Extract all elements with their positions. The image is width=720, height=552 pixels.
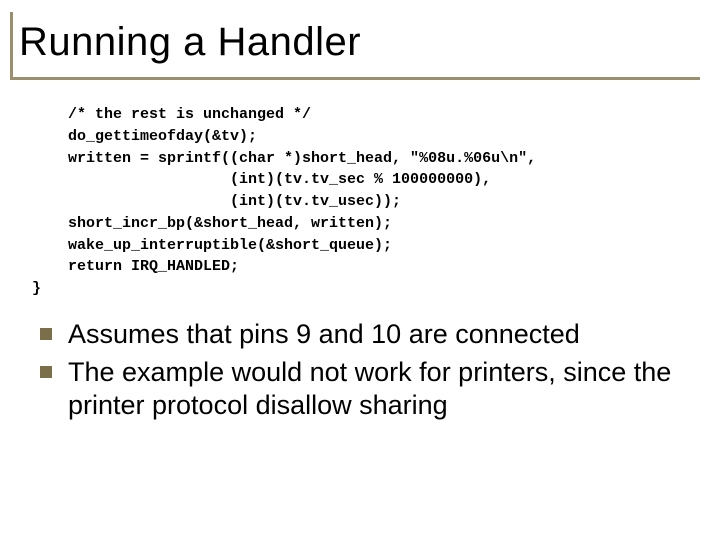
slide-body: /* the rest is unchanged */ do_gettimeof… xyxy=(0,80,720,423)
list-item: The example would not work for printers,… xyxy=(38,356,690,424)
code-line: (int)(tv.tv_usec)); xyxy=(32,193,401,210)
title-wrap: Running a Handler xyxy=(10,12,700,80)
code-line: return IRQ_HANDLED; xyxy=(32,258,239,275)
code-line: do_gettimeofday(&tv); xyxy=(32,128,257,145)
square-bullet-icon xyxy=(40,366,52,378)
code-block: /* the rest is unchanged */ do_gettimeof… xyxy=(32,104,690,300)
code-line: /* the rest is unchanged */ xyxy=(32,106,311,123)
slide-title: Running a Handler xyxy=(19,20,700,65)
code-line: (int)(tv.tv_sec % 100000000), xyxy=(32,171,491,188)
code-line: wake_up_interruptible(&short_queue); xyxy=(32,237,392,254)
bullet-list: Assumes that pins 9 and 10 are connected… xyxy=(32,318,690,423)
slide: Running a Handler /* the rest is unchang… xyxy=(0,12,720,552)
list-item: Assumes that pins 9 and 10 are connected xyxy=(38,318,690,352)
code-line: short_incr_bp(&short_head, written); xyxy=(32,215,392,232)
code-line: } xyxy=(32,280,41,297)
bullet-text: The example would not work for printers,… xyxy=(68,357,671,421)
bullet-text: Assumes that pins 9 and 10 are connected xyxy=(68,319,580,349)
square-bullet-icon xyxy=(40,328,52,340)
code-line: written = sprintf((char *)short_head, "%… xyxy=(32,150,536,167)
